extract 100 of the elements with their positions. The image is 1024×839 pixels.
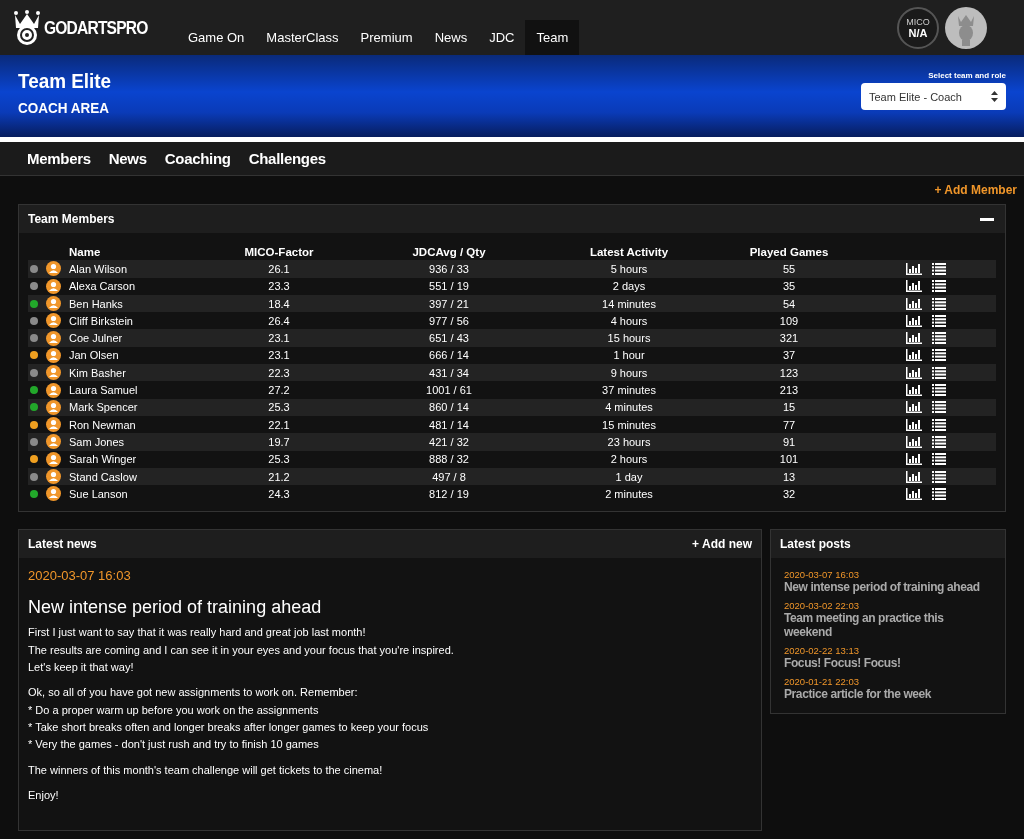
table-cell-text: 14 minutes bbox=[601, 297, 657, 310]
list-icon[interactable] bbox=[932, 453, 946, 466]
table-cell-text: 26.4 bbox=[267, 314, 291, 327]
updown-caret-icon bbox=[991, 91, 998, 102]
bar-chart-icon[interactable] bbox=[906, 384, 922, 396]
bar-chart-icon[interactable] bbox=[906, 453, 922, 466]
table-cell-text: 25.3 bbox=[267, 401, 291, 414]
nav-tab[interactable]: Premium bbox=[349, 20, 424, 55]
panel-title: Latest posts bbox=[780, 537, 851, 552]
select-label: Select team and role bbox=[928, 71, 1006, 80]
bar-chart-icon[interactable] bbox=[906, 280, 922, 293]
table-cell-text: Stand Caslow bbox=[69, 470, 138, 483]
table-cell-text: 481 / 14 bbox=[428, 418, 470, 431]
table-cell-text: 37 minutes bbox=[601, 384, 657, 396]
member-row[interactable]: Sam Jones 19.7 421 / 32 23 hours 91 bbox=[28, 433, 996, 451]
nav-tab[interactable]: News bbox=[423, 20, 479, 55]
table-cell-text: 812 / 19 bbox=[428, 487, 470, 500]
table-cell-text: 213 bbox=[778, 384, 800, 396]
news-text-line: Ok, so all of you have got new assignments to work on. Remember: bbox=[28, 685, 359, 701]
table-cell-text: Kim Basher bbox=[69, 366, 127, 379]
table-cell-text: 55 bbox=[781, 262, 797, 275]
member-row[interactable]: Ben Hanks 18.4 397 / 21 14 minutes 54 bbox=[28, 294, 996, 313]
section-tab[interactable]: Challenges bbox=[248, 150, 326, 167]
post-title-link[interactable]: Team meeting an practice this weekend bbox=[784, 611, 992, 640]
bar-chart-icon[interactable] bbox=[906, 332, 922, 345]
member-row[interactable]: Stand Caslow 21.2 497 / 8 1 day 13 bbox=[28, 467, 996, 486]
news-text-line: * Do a proper warm up before you work on the assignments bbox=[28, 702, 320, 718]
member-row[interactable]: Alan Wilson 26.1 936 / 33 5 hours 55 bbox=[28, 260, 996, 278]
member-row[interactable]: Sue Lanson 24.3 812 / 19 2 minutes 32 bbox=[28, 485, 996, 503]
column-header: Name bbox=[69, 245, 102, 258]
table-cell-text: Ron Newman bbox=[69, 418, 137, 431]
bar-chart-icon[interactable] bbox=[906, 366, 922, 379]
list-icon[interactable] bbox=[932, 401, 946, 414]
news-text-line: * Take short breaks often and longer breaks after longer games to keep your focus bbox=[28, 719, 430, 735]
table-cell-text: 22.3 bbox=[267, 366, 291, 379]
team-role-select[interactable]: Team Elite - Coach bbox=[861, 83, 1006, 110]
table-cell-text: 4 minutes bbox=[604, 401, 654, 414]
bar-chart-icon[interactable] bbox=[906, 487, 922, 500]
nav-tab[interactable]: MasterClass bbox=[255, 20, 350, 55]
user-avatar-icon bbox=[46, 365, 61, 381]
news-text-line: First I just want to say that it was really hard and great job last month! bbox=[28, 625, 367, 641]
news-headline: New intense period of training ahead bbox=[28, 597, 323, 619]
list-icon[interactable] bbox=[932, 487, 946, 500]
user-avatar-icon bbox=[46, 486, 61, 502]
table-cell-text: 26.1 bbox=[267, 262, 291, 275]
add-news-link[interactable]: + Add new bbox=[692, 537, 752, 552]
list-icon[interactable] bbox=[932, 349, 946, 362]
user-avatar-icon bbox=[46, 399, 61, 415]
table-cell-text: 1 day bbox=[614, 470, 644, 483]
table-cell-text: 431 / 34 bbox=[428, 366, 470, 379]
table-cell-text: 977 / 56 bbox=[428, 314, 470, 327]
post-title-link[interactable]: Focus! Focus! Focus! bbox=[784, 656, 992, 671]
section-tab[interactable]: Members bbox=[27, 150, 91, 167]
panel-title: Latest news bbox=[28, 537, 97, 552]
bar-chart-icon[interactable] bbox=[906, 349, 922, 362]
list-icon[interactable] bbox=[932, 314, 946, 327]
logo-text[interactable]: GODARTSPRO bbox=[44, 16, 148, 39]
post-title-link[interactable]: Practice article for the week bbox=[784, 687, 992, 702]
list-icon[interactable] bbox=[932, 470, 946, 483]
bar-chart-icon[interactable] bbox=[906, 401, 922, 414]
bar-chart-icon[interactable] bbox=[906, 314, 922, 327]
news-text-line: Let's keep it that way! bbox=[28, 660, 135, 676]
table-cell-text: Alexa Carson bbox=[69, 280, 137, 293]
bar-chart-icon[interactable] bbox=[906, 470, 922, 483]
section-tab[interactable]: News bbox=[108, 150, 147, 167]
list-icon[interactable] bbox=[932, 262, 946, 275]
member-row[interactable]: Ron Newman 22.1 481 / 14 15 minutes 77 bbox=[28, 415, 996, 434]
member-row[interactable]: Coe Julner 23.1 651 / 43 15 hours 321 bbox=[28, 329, 996, 347]
post-title-link[interactable]: New intense period of training ahead bbox=[784, 580, 992, 595]
nav-tab[interactable]: JDC bbox=[478, 20, 526, 55]
table-cell-text: 109 bbox=[778, 314, 800, 327]
list-icon[interactable] bbox=[932, 332, 946, 345]
column-header: MICO-Factor bbox=[243, 245, 315, 258]
bar-chart-icon[interactable] bbox=[906, 262, 922, 275]
nav-tab[interactable]: Team bbox=[525, 20, 580, 55]
member-row[interactable]: Sarah Winger 25.3 888 / 32 2 hours 101 bbox=[28, 450, 996, 468]
member-row[interactable]: Kim Basher 22.3 431 / 34 9 hours 123 bbox=[28, 364, 996, 382]
table-cell-text: 2 days bbox=[611, 280, 647, 293]
list-icon[interactable] bbox=[932, 366, 946, 379]
bar-chart-icon[interactable] bbox=[906, 435, 922, 448]
member-row[interactable]: Alexa Carson 23.3 551 / 19 2 days 35 bbox=[28, 277, 996, 295]
collapse-button[interactable] bbox=[980, 217, 994, 221]
list-icon[interactable] bbox=[932, 418, 946, 431]
list-icon[interactable] bbox=[932, 384, 946, 396]
member-row[interactable]: Jan Olsen 23.1 666 / 14 1 hour 37 bbox=[28, 346, 996, 365]
member-row[interactable]: Laura Samuel 27.2 1001 / 61 37 minutes 213 bbox=[28, 381, 996, 399]
list-icon[interactable] bbox=[932, 297, 946, 310]
nav-tab[interactable]: Game On bbox=[177, 20, 256, 55]
bar-chart-icon[interactable] bbox=[906, 297, 922, 310]
table-cell-text: 9 hours bbox=[609, 366, 649, 379]
section-tab[interactable]: Coaching bbox=[164, 150, 231, 167]
member-row[interactable]: Cliff Birkstein 26.4 977 / 56 4 hours 109 bbox=[28, 312, 996, 330]
mico-badge[interactable]: MICO N/A bbox=[897, 6, 939, 49]
avatar-icon bbox=[945, 6, 987, 49]
member-row[interactable]: Mark Spencer 25.3 860 / 14 4 minutes 15 bbox=[28, 398, 996, 416]
add-member-link[interactable]: + Add Member bbox=[934, 183, 1017, 197]
bar-chart-icon[interactable] bbox=[906, 418, 922, 431]
list-icon[interactable] bbox=[932, 435, 946, 448]
list-icon[interactable] bbox=[932, 280, 946, 293]
news-text-line: The winners of this month's team challenge will get tickets to the cinema! bbox=[28, 762, 384, 778]
